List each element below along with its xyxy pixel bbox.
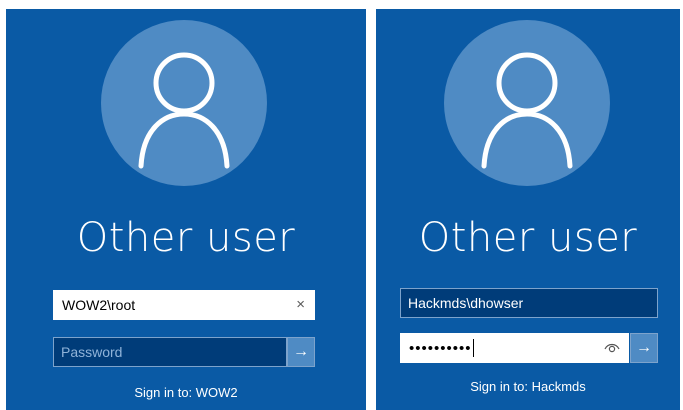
password-placeholder: Password xyxy=(61,344,123,360)
username-field[interactable]: Hackmds\dhowser xyxy=(400,288,658,318)
username-value: WOW2\root xyxy=(62,297,136,313)
left-login-panel: Other user WOW2\root × Password → Sign i… xyxy=(6,9,366,410)
username-field[interactable]: WOW2\root × xyxy=(53,290,315,320)
arrow-right-icon: → xyxy=(293,343,309,360)
page-title: Other user xyxy=(76,215,296,261)
reveal-password-eye-icon[interactable] xyxy=(604,340,620,360)
password-field[interactable]: Password xyxy=(53,337,287,367)
text-caret xyxy=(472,339,474,357)
sign-in-to-label[interactable]: Sign in to: Hackmds xyxy=(376,379,680,394)
sign-in-to-label[interactable]: Sign in to: WOW2 xyxy=(6,385,366,400)
user-avatar-icon xyxy=(101,20,267,186)
password-field[interactable]: •••••••••• xyxy=(400,333,629,363)
page-title: Other user xyxy=(418,215,638,261)
submit-button[interactable]: → xyxy=(287,337,315,367)
clear-icon[interactable]: × xyxy=(296,296,305,313)
user-avatar-icon xyxy=(444,20,610,186)
right-login-panel: Other user Hackmds\dhowser •••••••••• → … xyxy=(376,9,680,410)
submit-button[interactable]: → xyxy=(630,333,658,363)
arrow-right-icon: → xyxy=(636,339,652,356)
username-value: Hackmds\dhowser xyxy=(408,295,524,311)
password-masked-value: •••••••••• xyxy=(409,339,472,357)
